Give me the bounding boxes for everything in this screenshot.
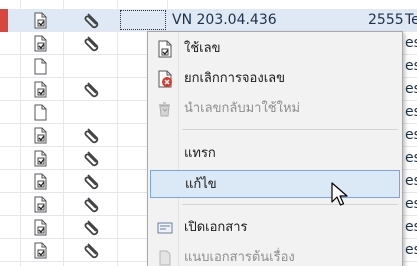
doc-check-icon[interactable] bbox=[32, 81, 49, 98]
menu-item-label: นำเลขกลับมาใช้ใหม่ bbox=[184, 101, 301, 116]
paperclip-icon[interactable] bbox=[83, 148, 103, 168]
cancel-doc-icon bbox=[158, 70, 172, 88]
paperclip-icon[interactable] bbox=[83, 194, 103, 214]
doc-subject: Tes bbox=[405, 12, 417, 28]
open-document-icon bbox=[157, 222, 173, 234]
doc-number: VN 203.04.436 bbox=[172, 12, 277, 28]
menu-item-label: แนบเอกสารต้นเรื่อง bbox=[184, 250, 295, 265]
doc-check-icon bbox=[158, 40, 172, 58]
paperclip-icon[interactable] bbox=[83, 217, 103, 237]
doc-check-icon[interactable] bbox=[32, 127, 49, 144]
paperclip-icon[interactable] bbox=[83, 33, 103, 53]
doc-icon[interactable] bbox=[32, 104, 49, 121]
doc-subject: es bbox=[405, 242, 417, 258]
recycle-icon bbox=[159, 102, 170, 117]
menu-item-open-document[interactable]: เปิดเอกสาร bbox=[150, 214, 400, 242]
doc-subject: es bbox=[405, 35, 417, 51]
menu-item-label: แก้ไข bbox=[185, 177, 217, 192]
menu-item-label: เปิดเอกสาร bbox=[184, 220, 248, 235]
menu-item-label: ยกเลิกการจองเลข bbox=[184, 71, 285, 86]
doc-subject: es bbox=[405, 219, 417, 235]
table-row-selected[interactable]: VN 203.04.436 2555 Tes bbox=[0, 9, 417, 32]
doc-icon[interactable] bbox=[32, 58, 49, 75]
menu-item-insert[interactable]: แทรก bbox=[150, 140, 400, 168]
menu-item-edit[interactable]: แก้ไข bbox=[150, 170, 400, 198]
doc-subject: es bbox=[405, 150, 417, 166]
doc-subject: es bbox=[405, 196, 417, 212]
menu-item-cancel-reservation[interactable]: ยกเลิกการจองเลข bbox=[150, 65, 400, 93]
row-marker bbox=[0, 9, 8, 32]
attach-document-icon bbox=[159, 250, 171, 266]
doc-check-icon[interactable] bbox=[32, 12, 49, 29]
paperclip-icon[interactable] bbox=[83, 171, 103, 191]
cell-focus[interactable] bbox=[120, 10, 166, 30]
doc-check-icon[interactable] bbox=[32, 196, 49, 213]
menu-item-attach-source-document: แนบเอกสารต้นเรื่อง bbox=[150, 244, 400, 266]
menu-item-use-number[interactable]: ใช้เลข bbox=[150, 35, 400, 63]
doc-subject: est bbox=[405, 58, 417, 74]
doc-check-icon[interactable] bbox=[32, 219, 49, 236]
mouse-pointer-icon bbox=[331, 182, 348, 206]
doc-check-icon[interactable] bbox=[32, 242, 49, 259]
doc-check-icon[interactable] bbox=[32, 150, 49, 167]
menu-separator bbox=[182, 204, 398, 205]
doc-subject: es bbox=[405, 127, 417, 143]
doc-subject: es bbox=[405, 104, 417, 120]
menu-item-label: แทรก bbox=[184, 146, 216, 161]
paperclip-icon[interactable] bbox=[83, 10, 103, 30]
menu-item-label: ใช้เลข bbox=[184, 41, 221, 56]
menu-separator bbox=[182, 129, 398, 130]
doc-check-icon[interactable] bbox=[32, 173, 49, 190]
context-menu: ใช้เลข ยกเลิกการจองเลข นำเลขกลับมาใช้ใหม… bbox=[147, 31, 403, 266]
paperclip-icon[interactable] bbox=[83, 240, 103, 260]
doc-subject: es bbox=[405, 81, 417, 97]
doc-check-icon[interactable] bbox=[32, 35, 49, 52]
menu-item-reuse-number: นำเลขกลับมาใช้ใหม่ bbox=[150, 95, 400, 123]
paperclip-icon[interactable] bbox=[83, 79, 103, 99]
doc-subject: es bbox=[405, 173, 417, 189]
paperclip-icon[interactable] bbox=[83, 125, 103, 145]
doc-count: 2555 bbox=[368, 12, 404, 28]
